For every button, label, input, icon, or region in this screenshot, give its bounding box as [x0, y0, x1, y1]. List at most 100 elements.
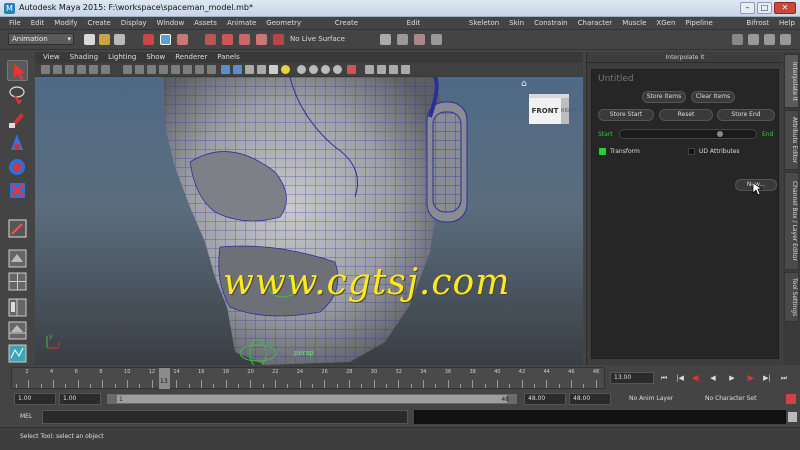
grid-icon[interactable] [123, 65, 132, 74]
last-tool-button[interactable] [7, 218, 28, 239]
select-object-icon[interactable] [160, 34, 171, 45]
menu-create[interactable]: Create [82, 17, 115, 29]
maximize-button[interactable]: □ [757, 2, 772, 14]
use-all-lights-icon[interactable] [269, 65, 278, 74]
menu-create-deformers[interactable]: Create Deformers [330, 17, 402, 40]
interpolation-slider[interactable] [619, 129, 757, 139]
camera-attributes-icon[interactable] [53, 65, 62, 74]
rotate-tool-button[interactable] [7, 156, 28, 177]
menu-display[interactable]: Display [116, 17, 152, 29]
step-forward-frame-button[interactable]: ▶| [761, 373, 773, 384]
vp-menu-shading[interactable]: Shading [65, 52, 103, 63]
menu-window[interactable]: Window [152, 17, 190, 29]
lasso-tool-button[interactable] [7, 84, 28, 105]
gate-mask-icon[interactable] [159, 65, 168, 74]
vp-menu-view[interactable]: View [38, 52, 65, 63]
layout-outliner-button[interactable] [7, 320, 28, 341]
layout-four-button[interactable] [7, 271, 28, 292]
menu-assets[interactable]: Assets [189, 17, 222, 29]
store-items-button[interactable]: Store Items [642, 91, 686, 103]
tool-settings-toggle-icon[interactable] [764, 34, 775, 45]
live-surface-label[interactable]: No Live Surface [290, 35, 345, 43]
tab-attribute-editor[interactable]: Attribute Editor [784, 110, 799, 170]
render-view-icon[interactable] [380, 34, 391, 45]
layout-side-button[interactable] [7, 297, 28, 318]
menu-modify[interactable]: Modify [49, 17, 82, 29]
layout-persp-graph-button[interactable] [7, 343, 28, 364]
hud-icon[interactable] [401, 65, 410, 74]
bookmark-icon[interactable] [65, 65, 74, 74]
multisample-icon[interactable] [321, 65, 330, 74]
magnet-icon[interactable] [273, 34, 284, 45]
paint-select-tool-button[interactable] [7, 108, 28, 129]
wireframe-on-shaded-icon[interactable] [233, 65, 242, 74]
xray-active-icon[interactable] [377, 65, 386, 74]
open-scene-icon[interactable] [99, 34, 110, 45]
backface-culling-icon[interactable] [389, 65, 398, 74]
anim-prefs-icon[interactable] [786, 394, 796, 404]
menu-xgen[interactable]: XGen [651, 17, 680, 29]
grease-pencil-icon[interactable] [101, 65, 110, 74]
select-hierarchy-icon[interactable] [143, 34, 154, 45]
anim-layer-label[interactable]: No Anim Layer [629, 395, 673, 402]
viewport-canvas[interactable]: www.cgtsj.com ⌂ FRONT RIGHT y x persp [35, 77, 583, 365]
store-end-button[interactable]: Store End [717, 109, 775, 121]
view-cube[interactable]: FRONT RIGHT [525, 92, 577, 132]
menu-set-select[interactable]: Animation ▾ [8, 33, 74, 45]
step-forward-key-button[interactable]: |▶ [744, 373, 756, 384]
vp-menu-lighting[interactable]: Lighting [103, 52, 141, 63]
tab-channel-box[interactable]: Channel Box / Layer Editor [784, 172, 799, 270]
smooth-shade-icon[interactable] [221, 65, 230, 74]
safe-action-icon[interactable] [183, 65, 192, 74]
step-back-key-button[interactable]: ◀| [690, 373, 702, 384]
select-component-icon[interactable] [177, 34, 188, 45]
go-to-start-button[interactable]: ⏮ [658, 373, 670, 384]
screen-space-ao-icon[interactable] [297, 65, 306, 74]
store-start-button[interactable]: Store Start [598, 109, 654, 121]
home-icon[interactable]: ⌂ [521, 79, 531, 89]
select-tool-button[interactable] [7, 60, 28, 81]
step-back-frame-button[interactable]: |◀ [674, 373, 686, 384]
range-slider-handle[interactable] [117, 395, 507, 403]
render-frame-icon[interactable] [397, 34, 408, 45]
depth-of-field-icon[interactable] [333, 65, 342, 74]
end-time-field[interactable]: 48.00 [569, 393, 611, 405]
menu-bifrost[interactable]: Bifrost [741, 17, 774, 29]
menu-character[interactable]: Character [573, 17, 618, 29]
vp-menu-panels[interactable]: Panels [212, 52, 245, 63]
ipr-render-icon[interactable] [414, 34, 425, 45]
xray-joints-icon[interactable] [365, 65, 374, 74]
menu-pipeline-cache[interactable]: Pipeline Cache [680, 17, 741, 40]
modeling-toolkit-icon[interactable] [732, 34, 743, 45]
menu-muscle[interactable]: Muscle [617, 17, 651, 29]
menu-edit-deformers[interactable]: Edit Deformers [402, 17, 464, 40]
attribute-editor-toggle-icon[interactable] [748, 34, 759, 45]
range-slider[interactable]: 1 48 [106, 393, 518, 405]
playback-start-field[interactable]: 1.00 [59, 393, 101, 405]
vp-menu-renderer[interactable]: Renderer [170, 52, 212, 63]
script-editor-icon[interactable] [788, 412, 797, 422]
ud-attributes-checkbox[interactable] [688, 148, 695, 155]
resolution-gate-icon[interactable] [147, 65, 156, 74]
snap-curve-icon[interactable] [222, 34, 233, 45]
menu-animate[interactable]: Animate [222, 17, 261, 29]
scale-tool-button[interactable] [7, 180, 28, 201]
tab-interpolate-it[interactable]: Interpolate It [784, 54, 799, 108]
transform-checkbox[interactable] [599, 148, 606, 155]
snap-plane-icon[interactable] [256, 34, 267, 45]
render-settings-icon[interactable] [431, 34, 442, 45]
isolate-select-icon[interactable] [347, 65, 356, 74]
save-scene-icon[interactable] [114, 34, 125, 45]
safe-title-icon[interactable] [195, 65, 204, 74]
field-chart-icon[interactable] [171, 65, 180, 74]
time-slider[interactable]: 2 4 6 8 10 12 14 16 18 20 22 24 26 28 30 32 34 36 38 40 42 44… [11, 367, 605, 389]
shadows-icon[interactable] [281, 65, 290, 74]
menu-constrain[interactable]: Constrain [529, 17, 573, 29]
minimize-button[interactable]: – [740, 2, 755, 14]
motion-blur-icon[interactable] [309, 65, 318, 74]
mel-command-input[interactable] [42, 410, 408, 424]
go-to-end-button[interactable]: ⏭ [778, 373, 790, 384]
menu-help[interactable]: Help [774, 17, 800, 29]
wireframe-icon[interactable] [207, 65, 216, 74]
tab-tool-settings[interactable]: Tool Settings [784, 272, 799, 322]
